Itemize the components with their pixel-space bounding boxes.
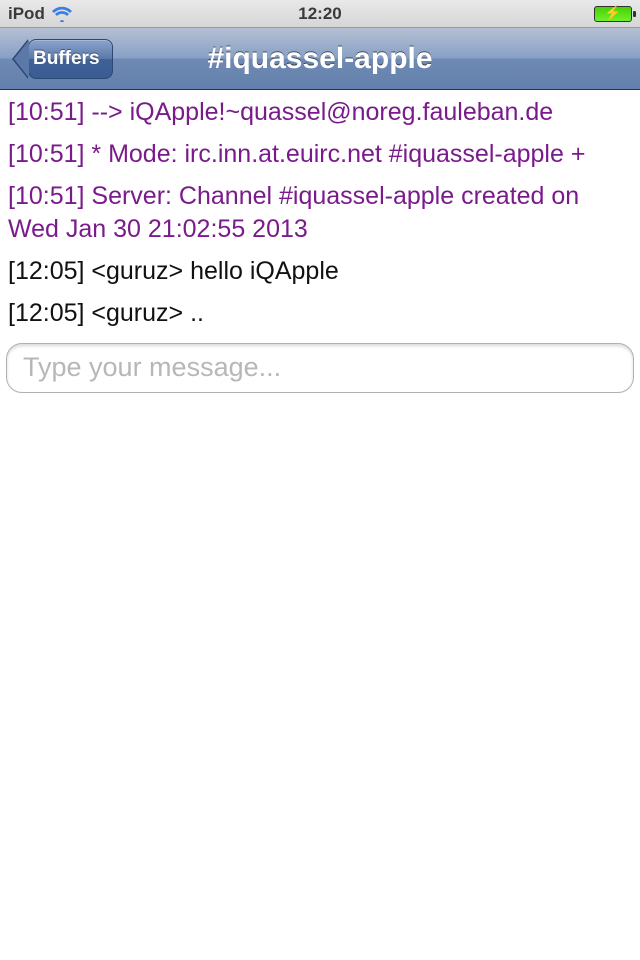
message-line: [10:51] * Mode: irc.inn.at.euirc.net #iq… (8, 138, 632, 172)
message-line: [10:51] Server: Channel #iquassel-apple … (8, 180, 632, 248)
message-line: [10:51] --> iQApple!~quassel@noreg.faule… (8, 96, 632, 130)
buffers-back-button[interactable]: Buffers (28, 39, 113, 79)
channel-title: #iquassel-apple (207, 42, 432, 76)
status-bar: iPod 12:20 ⚡ (0, 0, 640, 28)
message-input-wrap (0, 339, 640, 397)
back-button-label: Buffers (33, 48, 100, 70)
status-left: iPod (8, 4, 73, 24)
back-button-wrap[interactable]: Buffers (28, 39, 113, 79)
message-line: [12:05] <guruz> hello iQApple (8, 255, 632, 289)
message-input[interactable] (6, 343, 634, 393)
wifi-icon (51, 6, 73, 22)
status-time: 12:20 (298, 4, 341, 24)
carrier-label: iPod (8, 4, 45, 24)
message-list[interactable]: [10:51] --> iQApple!~quassel@noreg.faule… (0, 90, 640, 331)
message-line: [12:05] <guruz> .. (8, 297, 632, 331)
battery-icon: ⚡ (594, 6, 632, 22)
status-right: ⚡ (594, 6, 632, 22)
nav-bar: Buffers #iquassel-apple (0, 28, 640, 90)
